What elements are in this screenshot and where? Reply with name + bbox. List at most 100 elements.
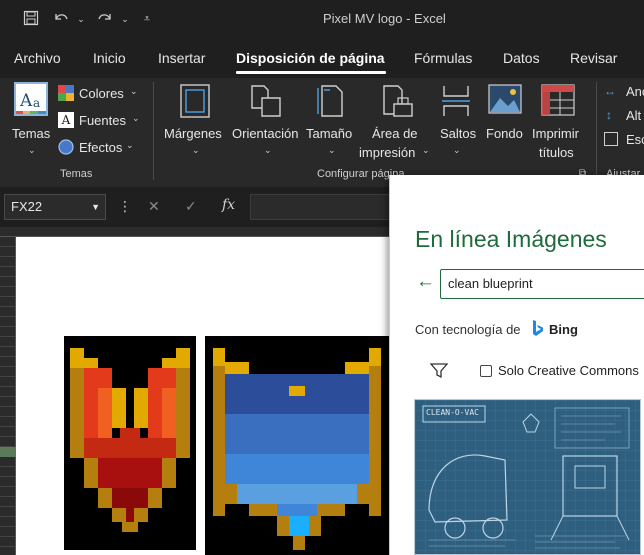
image-result-thumbnail[interactable]: CLEAN-O-VAC [414, 399, 641, 555]
column-headers[interactable] [0, 227, 400, 237]
saltos-label: Saltos [440, 126, 477, 141]
orientacion-label: Orientación [232, 126, 299, 141]
title-bar: ⌄ ⌄ ⩡ Pixel MV logo - Excel [0, 0, 644, 38]
imprimir-titulos-button[interactable]: Imprimir títulos [532, 82, 586, 162]
fonts-icon: A [58, 112, 74, 128]
bing-label: Bing [549, 322, 578, 337]
more-options-icon[interactable]: ⋮ [118, 198, 132, 215]
area-label-line2: impresión [359, 145, 416, 160]
tab-archivo[interactable]: Archivo [14, 50, 61, 66]
effects-icon [58, 139, 74, 155]
window-title: Pixel MV logo - Excel [323, 11, 446, 26]
tab-insertar[interactable]: Insertar [158, 50, 205, 66]
fuentes-label: Fuentes [79, 113, 126, 128]
background-icon [488, 84, 522, 114]
colores-button[interactable]: Colores ⌄ [58, 84, 140, 104]
ribbon-separator [153, 82, 154, 180]
alto-label: Alt [626, 108, 642, 123]
fondo-button[interactable]: Fondo [484, 82, 530, 162]
save-icon[interactable] [22, 10, 40, 28]
orientacion-chevron-icon: ⌄ [264, 145, 272, 155]
svg-text:a: a [33, 96, 40, 110]
online-images-panel: En línea Imágenes ← clean blueprint Con … [389, 175, 644, 555]
filter-icon[interactable] [430, 363, 448, 379]
enter-icon[interactable]: ✓ [185, 198, 197, 215]
escala-label: Esc [626, 132, 644, 147]
pixel-m-art [213, 348, 381, 550]
fuentes-chevron-icon: ⌄ [132, 113, 140, 123]
efectos-chevron-icon: ⌄ [126, 140, 134, 150]
ribbon-separator [596, 82, 597, 180]
search-input[interactable]: clean blueprint [440, 269, 644, 299]
creative-commons-checkbox[interactable] [480, 365, 492, 377]
temas-group-label: Temas [60, 168, 93, 180]
row-headers[interactable] [0, 237, 16, 555]
size-icon [317, 85, 343, 117]
creative-commons-label: Solo Creative Commons [498, 363, 639, 378]
back-arrow-icon[interactable]: ← [416, 271, 435, 293]
saltos-button[interactable]: Saltos ⌄ [436, 82, 480, 162]
area-chevron-icon: ⌄ [422, 145, 430, 155]
tamano-button[interactable]: Tamaño ⌄ [306, 82, 358, 162]
width-icon: ↔ [604, 84, 616, 98]
margins-icon [180, 84, 210, 118]
customize-icon[interactable]: ⩡ [138, 10, 156, 28]
name-box[interactable]: FX22 ▼ [4, 194, 106, 220]
print-area-icon [383, 85, 413, 117]
breaks-icon [442, 86, 470, 116]
area-label-line1: Área de [372, 126, 418, 141]
panel-title: En línea Imágenes [415, 226, 607, 252]
print-titles-icon [541, 84, 575, 116]
active-tab-indicator [236, 71, 386, 74]
cancel-icon[interactable]: ✕ [148, 198, 160, 215]
selected-row-marker [0, 447, 16, 457]
tab-disposicion[interactable]: Disposición de página [236, 50, 385, 66]
orientation-icon [251, 85, 281, 117]
efectos-label: Efectos [79, 140, 123, 155]
insert-function-icon[interactable]: fx [222, 197, 235, 213]
scale-icon [604, 132, 618, 146]
name-box-value: FX22 [11, 199, 43, 214]
pixel-logo-v-image[interactable] [64, 336, 196, 550]
undo-dropdown-icon[interactable]: ⌄ [72, 10, 90, 28]
thumbnail-title: CLEAN-O-VAC [426, 408, 479, 417]
blueprint-drawing [415, 400, 640, 554]
svg-text:A: A [19, 91, 33, 111]
temas-button[interactable]: A a Temas ⌄ [10, 82, 54, 162]
tab-inicio[interactable]: Inicio [93, 50, 126, 66]
margenes-button[interactable]: Márgenes ⌄ [164, 82, 228, 162]
ribbon: A a Temas ⌄ Colores ⌄ A Fuentes ⌄ Efecto… [0, 78, 644, 187]
imprimir-label-line2: títulos [539, 145, 574, 160]
tab-revisar[interactable]: Revisar [570, 50, 617, 66]
fuentes-button[interactable]: A Fuentes ⌄ [58, 111, 140, 131]
tab-datos[interactable]: Datos [503, 50, 540, 66]
fondo-label: Fondo [486, 126, 523, 141]
themes-icon: A a [14, 82, 48, 116]
temas-label: Temas [12, 126, 51, 141]
tamano-label: Tamaño [306, 126, 353, 141]
imprimir-label-line1: Imprimir [532, 126, 579, 141]
alto-control[interactable]: ↕ Alt [604, 106, 644, 126]
redo-icon[interactable] [96, 10, 114, 28]
bing-logo-icon [533, 320, 543, 336]
orientacion-button[interactable]: Orientación ⌄ [232, 82, 304, 162]
formula-input[interactable] [250, 194, 410, 220]
escala-control[interactable]: Esc [604, 130, 644, 150]
colors-icon [58, 85, 74, 101]
redo-dropdown-icon[interactable]: ⌄ [116, 10, 134, 28]
undo-icon[interactable] [52, 10, 70, 28]
area-impresion-button[interactable]: Área de impresión ⌄ [358, 82, 430, 162]
powered-by-text: Con tecnología de [415, 322, 521, 337]
saltos-chevron-icon: ⌄ [453, 145, 461, 155]
ancho-control[interactable]: ↔ Anc [604, 82, 644, 102]
margenes-chevron-icon: ⌄ [192, 145, 200, 155]
height-icon: ↕ [606, 108, 612, 122]
pixel-v-art [70, 348, 190, 532]
tamano-chevron-icon: ⌄ [328, 145, 336, 155]
colores-chevron-icon: ⌄ [130, 86, 138, 96]
ancho-label: Anc [626, 84, 644, 99]
colores-label: Colores [79, 86, 124, 101]
pixel-logo-m-image[interactable] [205, 336, 389, 555]
efectos-button[interactable]: Efectos ⌄ [58, 138, 140, 158]
tab-formulas[interactable]: Fórmulas [414, 50, 472, 66]
